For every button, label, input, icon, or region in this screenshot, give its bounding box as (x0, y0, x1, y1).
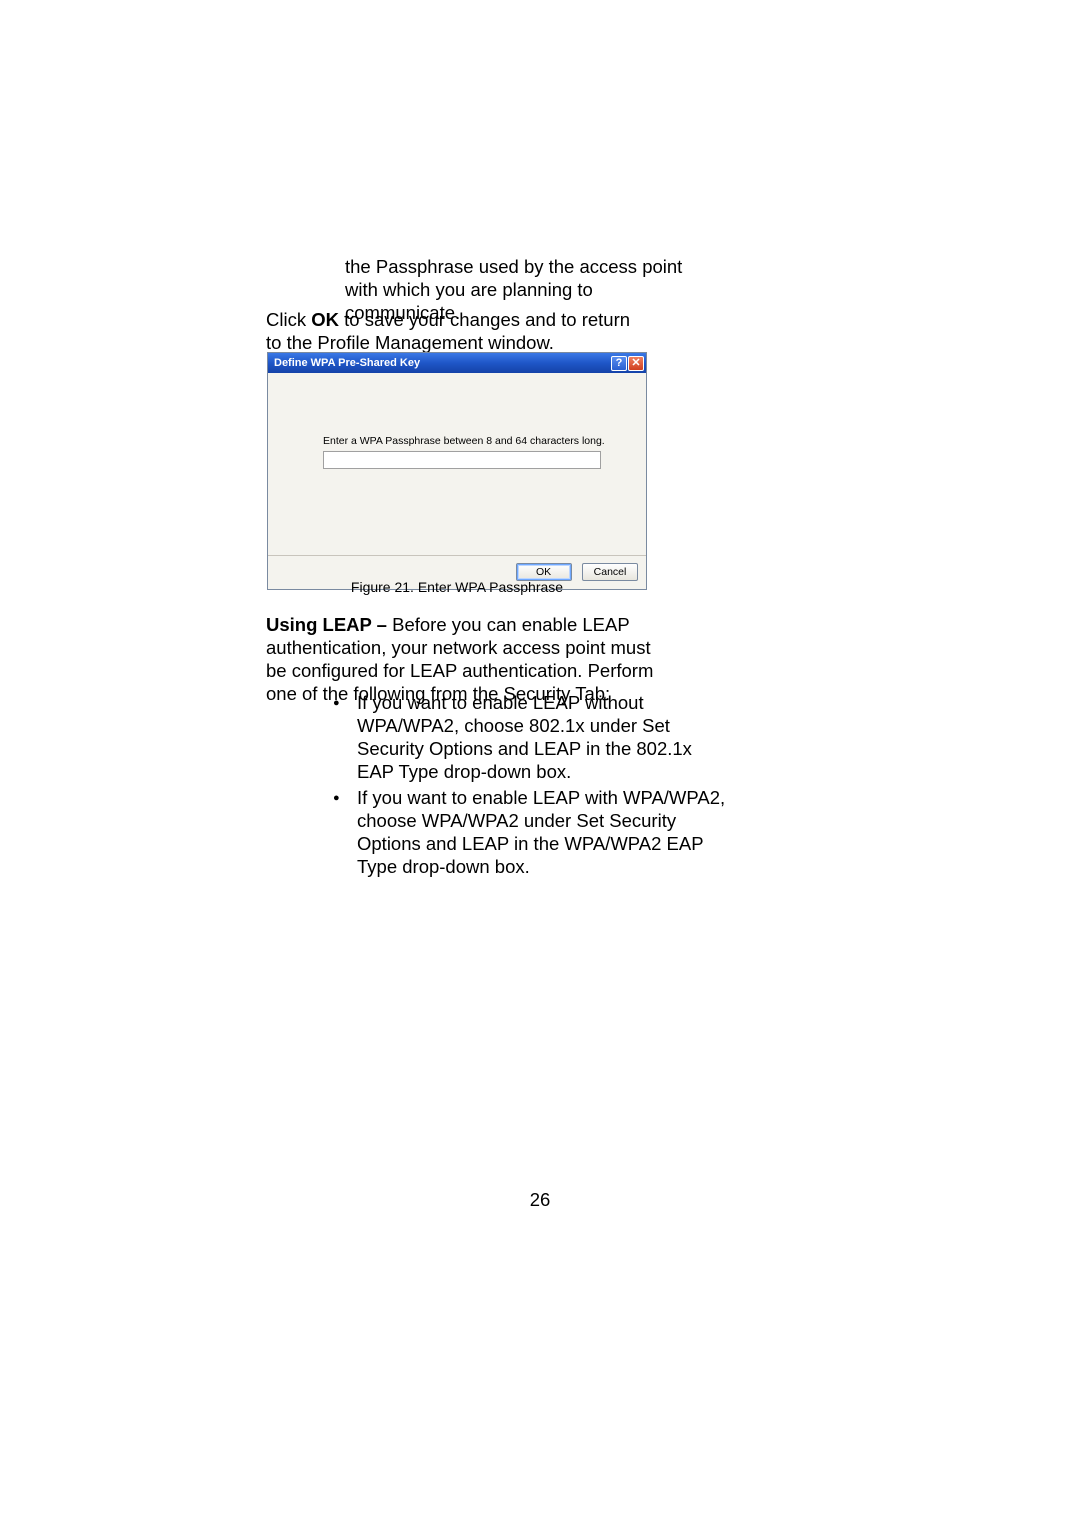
wpa-passphrase-input[interactable] (323, 451, 601, 469)
text-click: Click (266, 309, 311, 330)
dialog-define-wpa-key: Define WPA Pre-Shared Key ? ✕ Enter a WP… (267, 352, 647, 590)
titlebar-buttons: ? ✕ (611, 356, 646, 371)
help-icon[interactable]: ? (611, 356, 627, 371)
paragraph-click-ok: Click OK to save your changes and to ret… (266, 308, 646, 354)
text-using-leap-bold: Using LEAP – (266, 614, 392, 635)
list-item: If you want to enable LEAP with WPA/WPA2… (333, 786, 733, 879)
dialog-body: Enter a WPA Passphrase between 8 and 64 … (268, 373, 646, 555)
titlebar-text: Define WPA Pre-Shared Key (274, 357, 611, 369)
text-ok-bold: OK (311, 309, 339, 330)
page-number: 26 (0, 1189, 1080, 1211)
list-item: If you want to enable LEAP without WPA/W… (333, 691, 733, 784)
figure-caption: Figure 21. Enter WPA Passphrase (267, 579, 647, 595)
close-icon[interactable]: ✕ (628, 356, 644, 371)
titlebar: Define WPA Pre-Shared Key ? ✕ (268, 353, 646, 373)
dialog-instruction-text: Enter a WPA Passphrase between 8 and 64 … (323, 435, 605, 447)
bullet-list: If you want to enable LEAP without WPA/W… (333, 691, 733, 880)
